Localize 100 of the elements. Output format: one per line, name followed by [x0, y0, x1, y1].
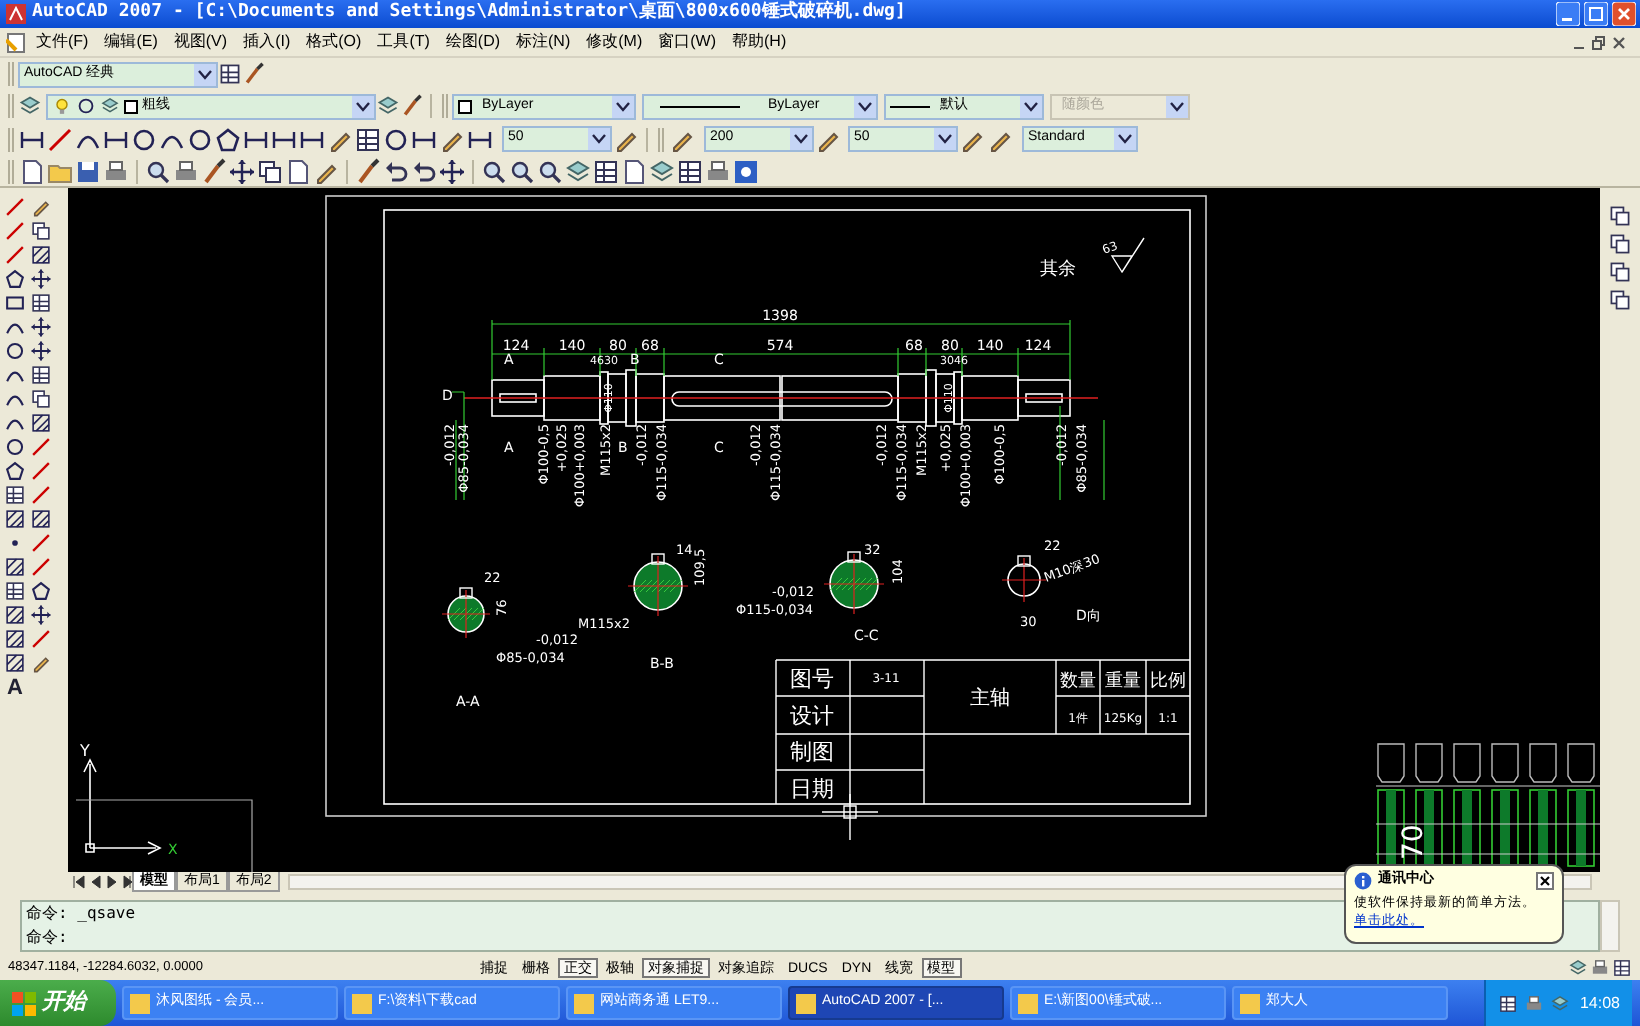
hatch-icon[interactable]	[4, 556, 26, 578]
document-icon[interactable]	[6, 31, 28, 53]
table-icon[interactable]	[1612, 958, 1632, 978]
hatch-icon[interactable]	[30, 508, 52, 530]
minimize-icon[interactable]	[1556, 2, 1580, 26]
table-icon[interactable]	[592, 157, 620, 185]
menu-item[interactable]: 修改(M)	[578, 30, 651, 54]
menu-item[interactable]: 格式(O)	[298, 30, 370, 54]
line-icon[interactable]	[30, 436, 52, 458]
table-icon[interactable]	[354, 125, 382, 153]
printer-icon[interactable]	[172, 157, 200, 185]
polygon-icon[interactable]	[214, 125, 242, 153]
line-icon[interactable]	[4, 220, 26, 242]
copy-icon[interactable]	[1608, 260, 1632, 284]
layers-icon[interactable]	[1549, 993, 1570, 1013]
circle-icon[interactable]	[382, 125, 410, 153]
circle-icon[interactable]	[76, 96, 96, 116]
brush-icon[interactable]	[242, 62, 266, 86]
command-prompt: 命令:	[26, 928, 68, 948]
move-icon[interactable]	[438, 157, 466, 185]
line-icon[interactable]	[30, 484, 52, 506]
layers-icon[interactable]	[1568, 958, 1588, 978]
hatch-icon[interactable]	[4, 508, 26, 530]
pencil-icon[interactable]	[30, 652, 52, 674]
move-icon[interactable]	[30, 340, 52, 362]
line-icon[interactable]	[46, 125, 74, 153]
restore-icon[interactable]	[1592, 35, 1606, 49]
line-icon[interactable]	[4, 196, 26, 218]
menu-item[interactable]: 视图(V)	[165, 30, 236, 54]
move-icon[interactable]	[30, 268, 52, 290]
menu-item[interactable]: 帮助(H)	[724, 30, 795, 54]
copy-icon[interactable]	[30, 220, 52, 242]
layers-icon[interactable]	[376, 94, 400, 118]
circle-icon[interactable]	[130, 125, 158, 153]
close-icon[interactable]	[1612, 35, 1626, 49]
layers-icon[interactable]	[564, 157, 592, 185]
hatch-icon[interactable]	[30, 244, 52, 266]
line-icon[interactable]	[4, 244, 26, 266]
undo-icon[interactable]	[410, 157, 438, 185]
line-icon[interactable]	[30, 532, 52, 554]
menu-item[interactable]: 工具(T)	[369, 30, 438, 54]
layers-icon[interactable]	[18, 94, 42, 118]
menu-item[interactable]: 绘图(D)	[437, 30, 509, 54]
printer-icon[interactable]	[102, 157, 130, 185]
circle-icon[interactable]	[4, 436, 26, 458]
brush-icon[interactable]	[354, 157, 382, 185]
table-icon[interactable]	[1497, 993, 1518, 1013]
polygon-icon[interactable]	[4, 268, 26, 290]
undo-icon[interactable]	[382, 157, 410, 185]
zoom-icon[interactable]	[508, 157, 536, 185]
move-icon[interactable]	[30, 316, 52, 338]
menu-item[interactable]: 窗口(W)	[650, 30, 725, 54]
circle-icon[interactable]	[4, 340, 26, 362]
zoom-icon[interactable]	[480, 157, 508, 185]
table-icon[interactable]	[4, 484, 26, 506]
menu-item[interactable]: 插入(I)	[235, 30, 299, 54]
hatch-icon[interactable]	[4, 652, 26, 674]
hatch-icon[interactable]	[30, 412, 52, 434]
brush-icon[interactable]	[200, 157, 228, 185]
copy-icon[interactable]	[1608, 204, 1632, 228]
move-icon[interactable]	[30, 604, 52, 626]
circle-icon[interactable]	[186, 125, 214, 153]
zoom-icon[interactable]	[536, 157, 564, 185]
copy-icon[interactable]	[1608, 288, 1632, 312]
copy-icon[interactable]	[256, 157, 284, 185]
menu-item[interactable]: 文件(F)	[28, 30, 97, 54]
maximize-icon[interactable]	[1584, 2, 1608, 26]
hatch-icon[interactable]	[4, 628, 26, 650]
layers-icon[interactable]	[100, 96, 120, 116]
caret-icon	[858, 101, 872, 111]
save-icon[interactable]	[74, 157, 102, 185]
brush-icon[interactable]	[400, 94, 424, 118]
polygon-icon[interactable]	[4, 460, 26, 482]
polygon-icon[interactable]	[30, 580, 52, 602]
table-icon[interactable]	[30, 292, 52, 314]
copy-icon[interactable]	[1608, 232, 1632, 256]
printer-icon[interactable]	[1523, 993, 1544, 1013]
menu-item[interactable]: 标注(N)	[508, 30, 579, 54]
table-icon[interactable]	[30, 364, 52, 386]
text-tool-glyph[interactable]: A	[4, 676, 26, 700]
hatch-icon[interactable]	[4, 604, 26, 626]
table-icon[interactable]	[218, 62, 242, 86]
zoom-icon[interactable]	[144, 157, 172, 185]
line-icon[interactable]	[30, 556, 52, 578]
line-icon[interactable]	[30, 460, 52, 482]
close-icon[interactable]	[1536, 871, 1554, 890]
pencil-icon[interactable]	[30, 196, 52, 218]
move-icon[interactable]	[228, 157, 256, 185]
rectangle-icon[interactable]	[4, 292, 26, 314]
layers-icon[interactable]	[648, 157, 676, 185]
page-icon[interactable]	[18, 157, 46, 185]
table-icon[interactable]	[676, 157, 704, 185]
copy-icon[interactable]	[30, 388, 52, 410]
table-icon[interactable]	[4, 580, 26, 602]
vertical-scrollbar[interactable]	[1600, 900, 1620, 952]
line-icon[interactable]	[30, 628, 52, 650]
printer-icon[interactable]	[1590, 958, 1610, 978]
printer-icon[interactable]	[704, 157, 732, 185]
menu-item[interactable]: 编辑(E)	[96, 30, 166, 54]
tab-navigation-icon[interactable]	[72, 874, 132, 890]
